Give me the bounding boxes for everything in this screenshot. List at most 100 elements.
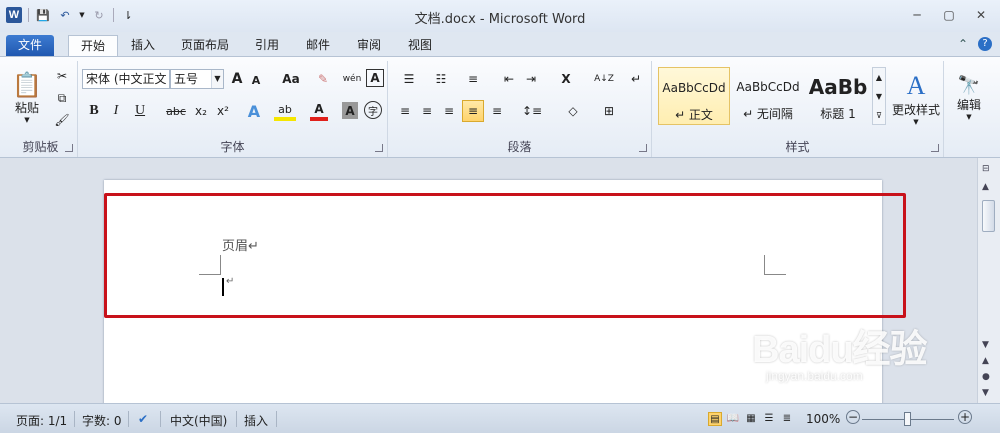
font-size-combo[interactable]: 五号 ▼ bbox=[170, 69, 224, 89]
paste-button[interactable]: 📋 粘贴 ▼ bbox=[8, 65, 46, 129]
paragraph-launcher-icon[interactable] bbox=[639, 144, 647, 152]
minimize-button[interactable]: ─ bbox=[906, 6, 928, 24]
draft-view-icon[interactable]: ≣ bbox=[780, 412, 794, 426]
character-border-icon[interactable]: A bbox=[366, 69, 384, 87]
center-button[interactable]: ≡ bbox=[418, 101, 436, 121]
close-button[interactable]: ✕ bbox=[970, 6, 992, 24]
change-styles-button[interactable]: A 更改样式 ▼ bbox=[890, 65, 942, 131]
zoom-slider-thumb[interactable] bbox=[904, 412, 911, 426]
change-styles-label: 更改样式 bbox=[891, 102, 940, 117]
zoom-out-button[interactable]: − bbox=[846, 410, 860, 424]
minimize-ribbon-icon[interactable]: ⌃ bbox=[958, 37, 968, 51]
enclose-characters-button[interactable]: 字 bbox=[364, 101, 382, 119]
multilevel-list-button[interactable]: ≡ bbox=[460, 69, 486, 89]
sort-button[interactable]: A↓Z bbox=[592, 69, 616, 89]
zoom-in-button[interactable]: + bbox=[958, 410, 972, 424]
spelling-check-icon[interactable]: ✔ bbox=[138, 412, 148, 426]
cut-icon[interactable]: ✂ bbox=[54, 67, 70, 85]
tab-home[interactable]: 开始 bbox=[68, 35, 119, 56]
strikethrough-button[interactable]: abc bbox=[164, 101, 188, 121]
paste-dropdown-icon: ▼ bbox=[24, 115, 30, 124]
styles-gallery-scroll[interactable]: ▲ ▼ ⊽ bbox=[872, 67, 886, 125]
scroll-thumb[interactable] bbox=[982, 200, 995, 232]
ruler-toggle-icon[interactable]: ⊟ bbox=[982, 164, 990, 174]
subscript-button[interactable]: x₂ bbox=[192, 101, 210, 121]
change-styles-icon: A bbox=[906, 70, 926, 100]
page-count[interactable]: 页面: 1/1 bbox=[16, 412, 67, 429]
styles-group-label: 样式 bbox=[785, 140, 810, 154]
superscript-button[interactable]: x² bbox=[214, 101, 232, 121]
format-painter-icon[interactable]: 🖌 bbox=[54, 111, 70, 129]
clear-formatting-icon[interactable]: ✎ bbox=[314, 69, 332, 89]
print-layout-view-icon[interactable]: ▤ bbox=[708, 412, 722, 426]
style-normal[interactable]: AaBbCcDd ↵ 正文 bbox=[658, 67, 730, 125]
change-case-button[interactable]: Aa bbox=[278, 69, 304, 89]
tab-mailings[interactable]: 邮件 bbox=[294, 35, 342, 56]
font-launcher-icon[interactable] bbox=[375, 144, 383, 152]
scroll-up-icon[interactable]: ▲ bbox=[982, 182, 989, 192]
insert-mode-indicator[interactable]: 插入 bbox=[244, 412, 268, 429]
line-spacing-button[interactable]: ↕≡ bbox=[518, 101, 546, 121]
font-size-dropdown-icon: ▼ bbox=[211, 70, 223, 88]
header-highlight-box bbox=[104, 193, 906, 318]
styles-launcher-icon[interactable] bbox=[931, 144, 939, 152]
web-layout-icon[interactable]: ▦ bbox=[744, 412, 758, 426]
language-indicator[interactable]: 中文(中国) bbox=[170, 412, 227, 429]
scroll-down-icon[interactable]: ▼ bbox=[982, 340, 989, 350]
next-page-icon[interactable]: ▼ bbox=[982, 388, 989, 398]
tab-file[interactable]: 文件 bbox=[6, 35, 55, 56]
style-name: ↵ 无间隔 bbox=[743, 107, 793, 121]
document-area[interactable]: 页眉↵ ↵ bbox=[0, 158, 977, 403]
word-count[interactable]: 字数: 0 bbox=[82, 412, 122, 429]
select-browse-object-icon[interactable]: ● bbox=[982, 372, 990, 382]
font-name-combo[interactable]: 宋体 (中文正文 bbox=[82, 69, 170, 89]
chinese-layout-button[interactable]: X bbox=[554, 69, 578, 89]
tab-insert[interactable]: 插入 bbox=[119, 35, 167, 56]
justify-button[interactable]: ≡ bbox=[462, 100, 484, 122]
shrink-font-button[interactable]: A bbox=[248, 71, 264, 89]
style-heading-1[interactable]: AaBb 标题 1 bbox=[806, 67, 870, 125]
zoom-level[interactable]: 100% bbox=[806, 412, 840, 426]
underline-button[interactable]: U bbox=[132, 101, 148, 121]
tab-references[interactable]: 引用 bbox=[243, 35, 291, 56]
tab-row-right: ⌃ ? bbox=[958, 37, 992, 51]
full-screen-reading-icon[interactable]: 📖 bbox=[726, 412, 740, 426]
help-icon[interactable]: ? bbox=[978, 37, 992, 51]
font-color-button[interactable]: A bbox=[310, 101, 328, 121]
tab-view[interactable]: 视图 bbox=[396, 35, 444, 56]
align-left-button[interactable]: ≡ bbox=[396, 101, 414, 121]
increase-indent-button[interactable]: ⇥ bbox=[522, 69, 540, 89]
vertical-scrollbar[interactable]: ⊟ ▲ ▼ ▲ ● ▼ bbox=[977, 158, 1000, 403]
window-controls: ─ ▢ ✕ bbox=[906, 6, 992, 24]
editing-button[interactable]: 🔭 编辑 ▼ bbox=[948, 65, 990, 131]
maximize-button[interactable]: ▢ bbox=[938, 6, 960, 24]
distributed-button[interactable]: ≡ bbox=[488, 101, 506, 121]
borders-button[interactable]: ⊞ bbox=[596, 101, 622, 121]
bold-button[interactable]: B bbox=[86, 101, 102, 121]
editing-label: 编辑 bbox=[956, 98, 981, 112]
italic-button[interactable]: I bbox=[108, 101, 124, 121]
editing-dropdown-icon: ▼ bbox=[966, 113, 972, 121]
character-shading-button[interactable]: A bbox=[342, 102, 358, 119]
grow-font-button[interactable]: A bbox=[228, 69, 246, 89]
clipboard-launcher-icon[interactable] bbox=[65, 144, 73, 152]
numbering-button[interactable]: ☷ bbox=[428, 69, 454, 89]
outline-view-icon[interactable]: ☰ bbox=[762, 412, 776, 426]
tab-review[interactable]: 审阅 bbox=[345, 35, 393, 56]
group-styles: AaBbCcDd ↵ 正文 AaBbCcDd ↵ 无间隔 AaBb 标题 1 ▲… bbox=[652, 61, 944, 157]
style-no-spacing[interactable]: AaBbCcDd ↵ 无间隔 bbox=[732, 67, 804, 125]
shading-button[interactable]: ◇ bbox=[560, 101, 586, 121]
highlight-button[interactable]: ab bbox=[274, 101, 296, 121]
ribbon: 📋 粘贴 ▼ ✂ ⧉ 🖌 剪贴板 宋体 (中文正文 五号 ▼ A A Aa ✎ … bbox=[0, 56, 1000, 158]
decrease-indent-button[interactable]: ⇤ bbox=[500, 69, 518, 89]
phonetic-guide-icon[interactable]: wén bbox=[342, 69, 362, 89]
bullets-button[interactable]: ☰ bbox=[396, 69, 422, 89]
paste-label: 粘贴 bbox=[14, 100, 39, 115]
copy-icon[interactable]: ⧉ bbox=[54, 89, 70, 107]
ribbon-tabs: 文件 开始 插入 页面布局 引用 邮件 审阅 视图 ⌃ ? bbox=[0, 32, 1000, 56]
previous-page-icon[interactable]: ▲ bbox=[982, 356, 989, 366]
tab-page-layout[interactable]: 页面布局 bbox=[169, 35, 241, 56]
show-marks-button[interactable]: ↵ bbox=[628, 69, 644, 89]
align-right-button[interactable]: ≡ bbox=[440, 101, 458, 121]
text-effects-button[interactable]: A bbox=[244, 101, 264, 121]
